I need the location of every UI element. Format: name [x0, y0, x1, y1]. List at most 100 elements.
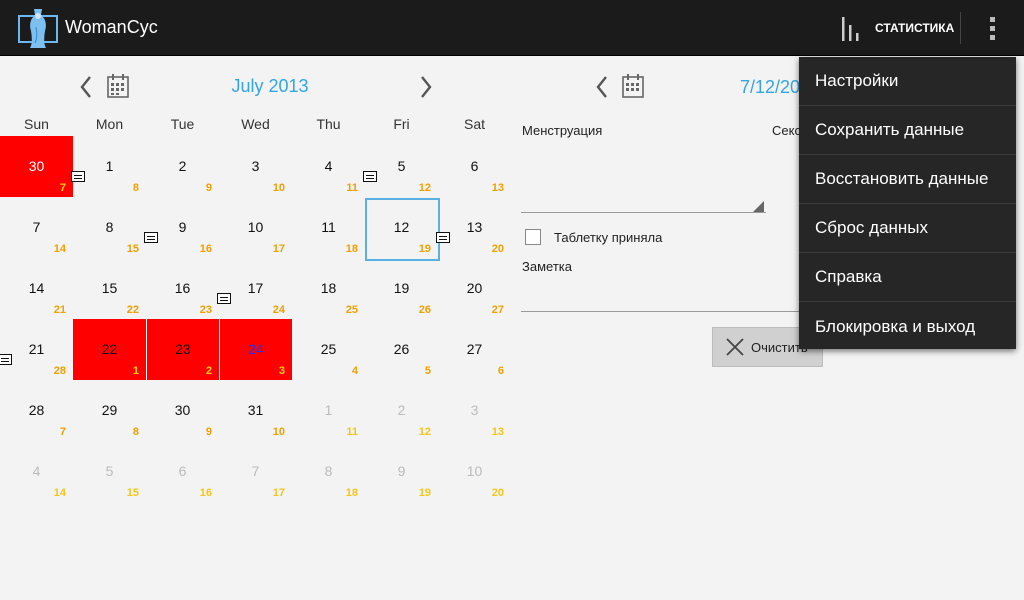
app-logo-icon[interactable] — [18, 7, 58, 49]
note-icon — [71, 171, 85, 182]
calendar-day-cell[interactable]: 17 24 — [217, 258, 292, 319]
calendar-day-cell[interactable]: 1 11 — [292, 380, 365, 441]
overflow-menu-icon[interactable] — [978, 10, 1006, 46]
calendar-day-cell[interactable]: 31 10 — [219, 380, 292, 441]
calendar-picker-icon[interactable] — [106, 73, 130, 99]
pill-taken-checkbox[interactable] — [525, 229, 541, 245]
prev-month-chevron-icon[interactable] — [76, 74, 98, 100]
cycle-day-number: 24 — [272, 304, 285, 316]
calendar-day-cell[interactable]: 13 20 — [436, 197, 511, 258]
cycle-day-number: 4 — [351, 365, 358, 377]
next-month-chevron-icon[interactable] — [414, 74, 436, 100]
cycle-day-number: 23 — [199, 304, 212, 316]
cycle-day-number: 15 — [126, 243, 139, 255]
day-number: 3 — [470, 402, 479, 418]
calendar-day-cell[interactable]: 6 16 — [146, 441, 219, 502]
calendar-day-cell[interactable]: 9 19 — [365, 441, 438, 502]
cycle-day-number: 20 — [491, 243, 504, 255]
day-number: 7 — [32, 219, 41, 235]
menu-item-lock-exit[interactable]: Блокировка и выход — [799, 302, 1016, 351]
cycle-day-number: 8 — [132, 182, 139, 194]
note-icon — [217, 293, 231, 304]
cycle-day-number: 17 — [272, 243, 285, 255]
cycle-day-number: 15 — [126, 487, 139, 499]
cycle-day-number: 27 — [491, 304, 504, 316]
calendar-day-cell[interactable]: 10 17 — [219, 197, 292, 258]
calendar-header: July 2013 — [0, 66, 510, 108]
calendar-day-cell[interactable]: 30 9 — [146, 380, 219, 441]
day-number: 26 — [393, 341, 410, 357]
calendar-day-cell[interactable]: 5 12 — [363, 136, 438, 197]
calendar-day-cell[interactable]: 30 7 — [0, 136, 73, 197]
calendar-day-cell[interactable]: 25 4 — [292, 319, 365, 380]
calendar-day-cell[interactable]: 8 15 — [73, 197, 146, 258]
calendar-day-cell[interactable]: 29 — [146, 136, 219, 197]
menu-item-reset-data[interactable]: Сброс данных — [799, 204, 1016, 253]
calendar-day-cell[interactable]: 2 12 — [365, 380, 438, 441]
calendar-day-cell[interactable]: 28 7 — [0, 380, 73, 441]
day-number: 2 — [178, 158, 187, 174]
calendar-day-cell[interactable]: 24 3 — [219, 319, 292, 380]
day-number: 18 — [320, 280, 337, 296]
day-number: 3 — [251, 158, 260, 174]
day-number: 30 — [174, 402, 191, 418]
cycle-day-number: 6 — [497, 365, 504, 377]
day-calendar-icon[interactable] — [621, 73, 645, 99]
calendar-day-cell[interactable]: 10 20 — [438, 441, 511, 502]
calendar-day-cell[interactable]: 18 25 — [292, 258, 365, 319]
menstruation-spinner[interactable] — [521, 212, 766, 213]
cycle-day-number: 11 — [346, 426, 358, 438]
menu-item-restore-data[interactable]: Восстановить данные — [799, 155, 1016, 204]
calendar-day-cell[interactable]: 20 27 — [438, 258, 511, 319]
cycle-day-number: 19 — [418, 487, 431, 499]
day-number: 24 — [248, 341, 264, 357]
calendar-day-cell[interactable]: 19 26 — [365, 258, 438, 319]
calendar-day-cell[interactable]: 9 16 — [144, 197, 219, 258]
calendar-day-cell[interactable]: 7 17 — [219, 441, 292, 502]
action-divider — [960, 12, 961, 44]
calendar-day-cell[interactable]: 3 13 — [438, 380, 511, 441]
menu-item-save-data[interactable]: Сохранить данные — [799, 106, 1016, 155]
calendar-day-cell[interactable]: 7 14 — [0, 197, 73, 258]
day-number: 27 — [466, 341, 483, 357]
calendar-day-cell[interactable]: 27 6 — [438, 319, 511, 380]
calendar-day-cell[interactable]: 12 19 — [365, 197, 440, 261]
month-title: July 2013 — [231, 76, 309, 96]
day-number: 15 — [101, 280, 118, 296]
calendar-day-cell[interactable]: 26 5 — [365, 319, 438, 380]
day-number: 8 — [324, 463, 333, 479]
calendar-day-cell[interactable]: 14 21 — [0, 258, 73, 319]
day-number: 8 — [105, 219, 114, 235]
note-input[interactable] — [521, 280, 806, 312]
calendar-day-cell[interactable]: 21 28 — [0, 319, 73, 380]
calendar-day-cell[interactable]: 11 18 — [292, 197, 365, 258]
cycle-day-number: 12 — [418, 182, 431, 194]
prev-day-chevron-icon[interactable] — [592, 74, 614, 100]
weekday-thu: Thu — [316, 116, 341, 132]
cycle-day-number: 20 — [491, 487, 504, 499]
calendar-day-cell[interactable]: 4 11 — [292, 136, 365, 197]
calendar-day-cell[interactable]: 18 — [71, 136, 146, 197]
menu-item-help[interactable]: Справка — [799, 253, 1016, 302]
weekday-wed: Wed — [241, 116, 270, 132]
calendar-day-cell[interactable]: 22 1 — [73, 319, 146, 380]
calendar-day-cell[interactable]: 4 14 — [0, 441, 73, 502]
cycle-day-number: 18 — [345, 487, 358, 499]
calendar-day-cell[interactable]: 3 10 — [219, 136, 292, 197]
calendar-day-cell[interactable]: 23 2 — [146, 319, 219, 380]
calendar-day-cell[interactable]: 6 13 — [438, 136, 511, 197]
pill-taken-label: Таблетку приняла — [554, 230, 663, 245]
calendar-day-cell[interactable]: 15 22 — [73, 258, 146, 319]
day-number: 10 — [247, 219, 264, 235]
calendar-day-cell[interactable]: 29 8 — [73, 380, 146, 441]
overflow-menu: Настройки Сохранить данные Восстановить … — [799, 57, 1016, 349]
spinner-dropdown-icon[interactable] — [753, 201, 764, 212]
day-number: 10 — [466, 463, 483, 479]
calendar-day-cell[interactable]: 16 23 — [146, 258, 219, 319]
cycle-day-number: 13 — [491, 426, 504, 438]
statistics-button[interactable]: СТАТИСТИКА — [835, 8, 960, 48]
calendar-day-cell[interactable]: 5 15 — [73, 441, 146, 502]
cycle-day-number: 26 — [418, 304, 431, 316]
calendar-day-cell[interactable]: 8 18 — [292, 441, 365, 502]
menu-item-settings[interactable]: Настройки — [799, 57, 1016, 106]
